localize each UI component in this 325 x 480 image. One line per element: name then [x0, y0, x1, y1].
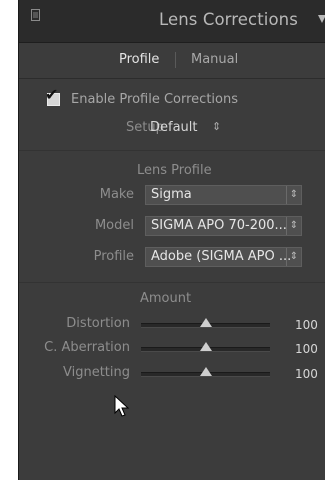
amount-title: Amount	[140, 291, 192, 306]
section-divider	[19, 282, 325, 283]
updown-caret-icon: ⇕	[286, 217, 301, 235]
setup-updown-icon[interactable]: ⇕	[212, 120, 221, 133]
vignetting-label: Vignetting	[62, 365, 130, 380]
distortion-slider-thumb[interactable]	[199, 318, 212, 327]
lens-profile-title: Lens Profile	[137, 163, 212, 178]
tab-separator	[175, 52, 176, 68]
enable-profile-label[interactable]: Enable Profile Corrections	[71, 92, 238, 107]
chromatic-aberration-value[interactable]: 100	[295, 342, 318, 356]
tab-manual[interactable]: Manual	[191, 52, 238, 67]
panel-title: Lens Corrections	[159, 10, 298, 29]
vignetting-value[interactable]: 100	[295, 367, 318, 381]
mouse-pointer-icon	[114, 395, 130, 417]
mode-tabs: Profile Manual	[19, 42, 325, 79]
model-label: Model	[94, 218, 134, 233]
model-value: SIGMA APO 70-200...	[151, 218, 287, 233]
vignetting-slider-thumb[interactable]	[199, 367, 212, 376]
panel-collapse-icon[interactable]	[31, 9, 40, 21]
section-divider	[19, 150, 325, 151]
profile-label: Profile	[93, 249, 134, 264]
lens-corrections-panel: Lens Corrections Profile Manual ✔ Enable…	[18, 0, 325, 480]
model-select[interactable]: SIGMA APO 70-200... ⇕	[145, 216, 302, 236]
setup-select[interactable]: Default	[150, 120, 198, 135]
chromatic-aberration-label: C. Aberration	[44, 340, 130, 355]
updown-caret-icon: ⇕	[286, 186, 301, 204]
checkmark-icon: ✔	[45, 85, 59, 104]
make-label: Make	[99, 187, 134, 202]
left-gutter	[0, 0, 18, 480]
distortion-label: Distortion	[66, 316, 130, 331]
distortion-value[interactable]: 100	[295, 318, 318, 332]
updown-caret-icon: ⇕	[286, 248, 301, 266]
profile-select[interactable]: Adobe (SIGMA APO ... ⇕	[145, 247, 302, 267]
make-value: Sigma	[151, 187, 192, 202]
make-select[interactable]: Sigma ⇕	[145, 185, 302, 205]
profile-value: Adobe (SIGMA APO ...	[151, 249, 292, 264]
expand-triangle-icon[interactable]	[318, 15, 325, 23]
chromatic-aberration-slider-thumb[interactable]	[199, 342, 212, 351]
panel-header[interactable]: Lens Corrections	[19, 0, 325, 43]
tab-profile[interactable]: Profile	[119, 52, 159, 67]
